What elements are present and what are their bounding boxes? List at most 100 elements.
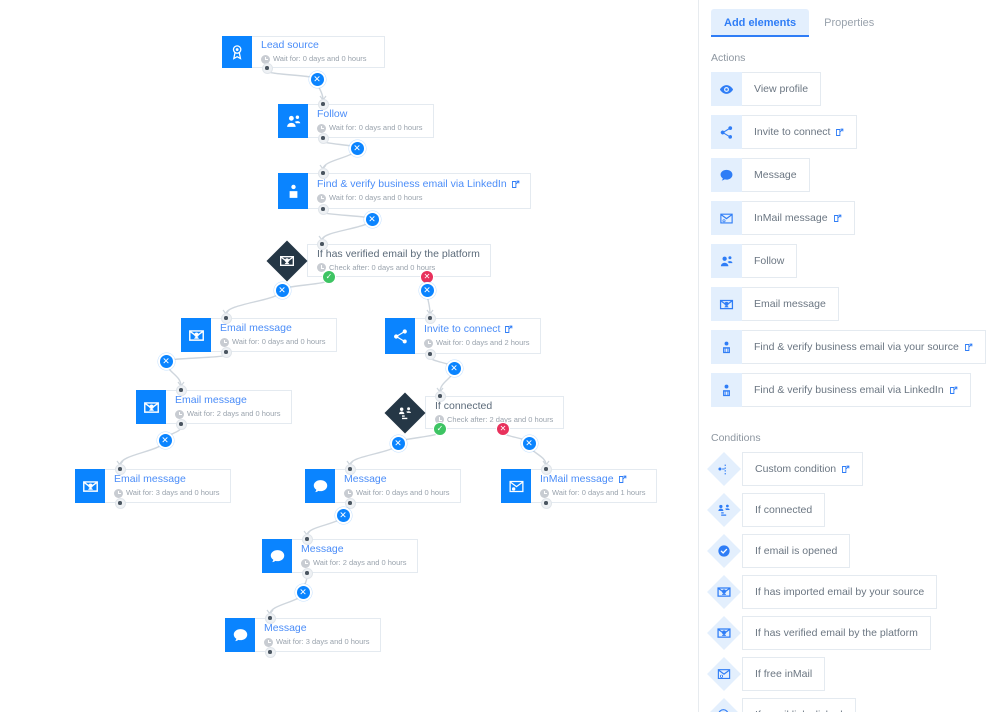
node-output-port[interactable]: [261, 62, 273, 74]
node-input-port[interactable]: [540, 463, 552, 475]
flow-node-invite-to-connect[interactable]: Invite to connect Wait for: 0 days and 2 …: [385, 318, 541, 354]
node-output-port[interactable]: [220, 346, 232, 358]
node-output-port[interactable]: [175, 418, 187, 430]
node-input-port[interactable]: [317, 167, 329, 179]
person-search-icon: [711, 373, 742, 407]
flow-node-email-message[interactable]: Email message Wait for: 3 days and 0 hour…: [75, 469, 231, 503]
palette-item-text: Custom condition: [755, 463, 837, 475]
chat-bubble-icon: [305, 469, 335, 503]
flow-node-wait-text: Wait for: 0 days and 2 hours: [436, 338, 530, 347]
branch-yes-indicator[interactable]: ✓: [433, 422, 447, 436]
clock-icon: [540, 488, 549, 498]
node-input-port[interactable]: [301, 533, 313, 545]
palette-item-text: Find & verify business email via LinkedI…: [754, 384, 944, 396]
branch-yes-indicator[interactable]: ✓: [322, 270, 336, 284]
remove-connector-button[interactable]: ✕: [157, 352, 175, 370]
tab-add-elements[interactable]: Add elements: [711, 9, 810, 37]
branch-no-indicator[interactable]: ✕: [496, 422, 510, 436]
condition-item-if-has-imported-email-by-your-source[interactable]: If has imported email by your source: [705, 575, 938, 609]
flow-node-title-text: Email message: [220, 322, 292, 334]
node-input-port[interactable]: [220, 312, 232, 324]
check-circle-icon: [705, 534, 742, 568]
remove-connector-button[interactable]: ✕: [273, 281, 291, 299]
flow-node-title: Email message: [175, 394, 281, 407]
flow-node-email-message[interactable]: Email message Wait for: 2 days and 0 hour…: [136, 390, 292, 424]
remove-connector-button[interactable]: ✕: [308, 70, 326, 88]
remove-connector-button[interactable]: ✕: [445, 359, 463, 377]
remove-connector-button[interactable]: ✕: [334, 506, 352, 524]
action-item-follow[interactable]: Follow: [711, 244, 798, 278]
email-envelope-icon: [266, 239, 308, 282]
clock-icon: [344, 488, 353, 498]
node-input-port[interactable]: [317, 98, 329, 110]
flow-node-message[interactable]: Message Wait for: 3 days and 0 hours: [225, 618, 381, 652]
condition-item-if-email-link-clicked[interactable]: If email link clicked: [705, 698, 856, 712]
palette-item-text: If free inMail: [755, 668, 813, 680]
external-link-icon: [833, 214, 842, 223]
node-output-port[interactable]: [301, 567, 313, 579]
condition-item-if-connected[interactable]: If connected: [705, 493, 826, 527]
node-output-port[interactable]: [317, 203, 329, 215]
flow-node-message[interactable]: Message Wait for: 2 days and 0 hours: [262, 539, 418, 573]
action-item-find-verify-business-email-via-your-source[interactable]: Find & verify business email via your so…: [711, 330, 986, 364]
remove-connector-button[interactable]: ✕: [294, 583, 312, 601]
flow-node-follow[interactable]: Follow Wait for: 0 days and 0 hours: [278, 104, 434, 138]
remove-connector-button[interactable]: ✕: [418, 281, 436, 299]
action-item-view-profile[interactable]: View profile: [711, 72, 822, 106]
action-item-inmail-message[interactable]: InMail message: [711, 201, 855, 235]
remove-connector-button[interactable]: ✕: [348, 139, 366, 157]
node-input-port[interactable]: [434, 390, 446, 402]
action-item-find-verify-business-email-via-linkedin[interactable]: Find & verify business email via LinkedI…: [711, 373, 971, 407]
flow-node-inmail-message[interactable]: InMail message Wait for: 0 days and 1 hou…: [501, 469, 657, 503]
node-input-port[interactable]: [344, 463, 356, 475]
node-output-port[interactable]: [540, 497, 552, 509]
flow-node-wait-label: Wait for: 0 days and 1 hours: [540, 487, 646, 499]
palette-item-text: Message: [754, 169, 797, 181]
email-envelope-icon: [136, 390, 166, 424]
flow-node-if-connected[interactable]: If connected Check after: 2 days and 0 ho…: [384, 391, 565, 434]
remove-connector-button[interactable]: ✕: [520, 434, 538, 452]
tab-properties[interactable]: Properties: [811, 9, 887, 36]
external-link-icon: [504, 325, 513, 334]
node-output-port[interactable]: [317, 132, 329, 144]
action-item-message[interactable]: Message: [711, 158, 810, 192]
palette-item-label: Invite to connect: [742, 115, 858, 149]
flow-node-lead-source[interactable]: Lead source Wait for: 0 days and 0 hours: [222, 36, 385, 68]
action-item-invite-to-connect[interactable]: Invite to connect: [711, 115, 858, 149]
palette-item-label: Find & verify business email via your so…: [742, 330, 986, 364]
clock-icon: [264, 637, 273, 647]
palette-item-text: Invite to connect: [754, 126, 831, 138]
condition-item-if-has-verified-email-by-the-platform[interactable]: If has verified email by the platform: [705, 616, 931, 650]
remove-connector-button[interactable]: ✕: [363, 210, 381, 228]
node-output-port[interactable]: [424, 348, 436, 360]
palette-item-text: If connected: [755, 504, 813, 516]
condition-item-custom-condition[interactable]: Custom condition: [705, 452, 864, 486]
palette-item-label: If connected: [742, 493, 826, 527]
flow-node-message[interactable]: Message Wait for: 0 days and 0 hours: [305, 469, 461, 503]
email-envelope-icon: [705, 575, 742, 609]
workflow-canvas[interactable]: Lead source Wait for: 0 days and 0 hours F…: [0, 0, 698, 712]
action-item-email-message[interactable]: Email message: [711, 287, 839, 321]
email-envelope-icon: [75, 469, 105, 503]
remove-connector-button[interactable]: ✕: [389, 434, 407, 452]
node-input-port[interactable]: [424, 312, 436, 324]
sidebar-tabs: Add elements Properties: [699, 0, 1005, 37]
palette-item-label: If email is opened: [742, 534, 851, 568]
node-output-port[interactable]: [114, 497, 126, 509]
remove-connector-button[interactable]: ✕: [156, 431, 174, 449]
node-input-port[interactable]: [175, 384, 187, 396]
flow-node-find-verify-business-email-via-linkedin[interactable]: Find & verify business email via LinkedI…: [278, 173, 531, 209]
flow-node-title-text: If connected: [435, 399, 493, 412]
node-input-port[interactable]: [264, 612, 276, 624]
node-output-port[interactable]: [264, 646, 276, 658]
condition-item-if-email-is-opened[interactable]: If email is opened: [705, 534, 851, 568]
node-input-port[interactable]: [316, 238, 328, 250]
connected-person-icon: [705, 493, 742, 527]
external-link-icon: [835, 128, 844, 137]
flow-node-wait-label: Wait for: 3 days and 0 hours: [114, 487, 220, 499]
clock-icon: [220, 337, 229, 347]
node-input-port[interactable]: [114, 463, 126, 475]
condition-item-if-free-inmail[interactable]: If free inMail: [705, 657, 826, 691]
chat-bubble-icon: [711, 158, 742, 192]
flow-node-email-message[interactable]: Email message Wait for: 0 days and 0 hour…: [181, 318, 337, 352]
